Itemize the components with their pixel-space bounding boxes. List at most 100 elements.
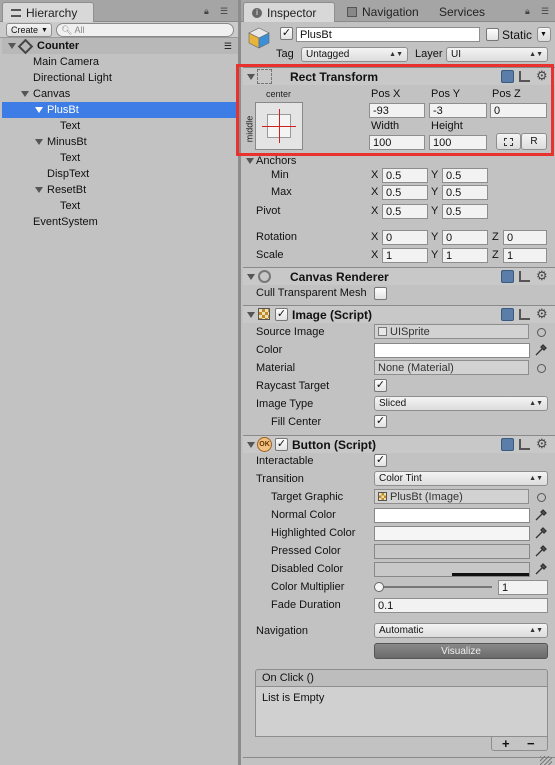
- pos-x-field[interactable]: -93: [369, 103, 425, 118]
- preset-icon[interactable]: [519, 309, 530, 320]
- target-graphic-field[interactable]: PlusBt (Image): [374, 489, 529, 504]
- expand-icon[interactable]: [35, 139, 43, 145]
- preset-icon[interactable]: [519, 271, 530, 282]
- fill-center-checkbox[interactable]: ✓: [374, 415, 387, 428]
- fold-arrow-icon[interactable]: [247, 312, 255, 318]
- object-picker-icon[interactable]: [537, 328, 546, 337]
- color-multiplier-field[interactable]: 1: [498, 580, 548, 595]
- add-listener-button[interactable]: +: [502, 736, 510, 751]
- fold-arrow-icon[interactable]: [247, 74, 255, 80]
- hierarchy-item[interactable]: MinusBt: [2, 134, 238, 150]
- layer-dropdown[interactable]: UI ▲▼: [446, 47, 548, 62]
- hierarchy-item[interactable]: Directional Light: [2, 70, 238, 86]
- navigation-dropdown[interactable]: Automatic ▲▼: [374, 623, 548, 638]
- eyedropper-icon[interactable]: [535, 527, 547, 539]
- hierarchy-item[interactable]: Text: [2, 118, 238, 134]
- help-icon[interactable]: [501, 438, 514, 451]
- eyedropper-icon[interactable]: [535, 344, 547, 356]
- raycast-target-checkbox[interactable]: ✓: [374, 379, 387, 392]
- image-enabled-checkbox[interactable]: ✓: [275, 308, 288, 321]
- anchor-max-x-field[interactable]: 0.5: [382, 185, 428, 200]
- hierarchy-item[interactable]: Main Camera: [2, 54, 238, 70]
- static-checkbox[interactable]: [486, 28, 499, 41]
- expand-icon[interactable]: [35, 187, 43, 193]
- gear-icon[interactable]: ⚙: [536, 436, 548, 452]
- preset-icon[interactable]: [519, 439, 530, 450]
- source-image-field[interactable]: UISprite: [374, 324, 529, 339]
- hierarchy-item[interactable]: DispText: [2, 166, 238, 182]
- static-dropdown[interactable]: ▼: [537, 27, 551, 42]
- scene-menu-icon[interactable]: ☰: [224, 41, 232, 52]
- pivot-y-field[interactable]: 0.5: [442, 204, 488, 219]
- material-field[interactable]: None (Material): [374, 360, 529, 375]
- interactable-checkbox[interactable]: ✓: [374, 454, 387, 467]
- slider-thumb[interactable]: [374, 582, 384, 592]
- lock-icon[interactable]: 🔒︎: [204, 6, 209, 17]
- gear-icon[interactable]: ⚙: [536, 268, 548, 284]
- rotation-y-field[interactable]: 0: [442, 230, 488, 245]
- preset-icon[interactable]: [519, 71, 530, 82]
- eyedropper-icon[interactable]: [535, 563, 547, 575]
- color-multiplier-slider[interactable]: [374, 580, 494, 594]
- help-icon[interactable]: [501, 308, 514, 321]
- eyedropper-icon[interactable]: [535, 545, 547, 557]
- eyedropper-icon[interactable]: [535, 509, 547, 521]
- fold-arrow-icon[interactable]: [247, 442, 255, 448]
- active-checkbox[interactable]: ✓: [280, 27, 293, 40]
- pivot-x-field[interactable]: 0.5: [382, 204, 428, 219]
- create-dropdown[interactable]: Create ▼: [6, 23, 52, 37]
- hierarchy-item[interactable]: EventSystem: [2, 214, 238, 230]
- tab-navigation[interactable]: Navigation: [339, 2, 427, 22]
- hierarchy-item-selected[interactable]: PlusBt: [2, 102, 238, 118]
- rect-transform-header[interactable]: Rect Transform ⚙: [243, 67, 555, 85]
- hierarchy-item[interactable]: Text: [2, 150, 238, 166]
- rotation-z-field[interactable]: 0: [503, 230, 547, 245]
- image-script-header[interactable]: ✓ Image (Script) ⚙: [243, 305, 555, 323]
- visualize-button[interactable]: Visualize: [374, 643, 548, 659]
- hierarchy-item[interactable]: Canvas: [2, 86, 238, 102]
- search-input[interactable]: 🔍︎ All: [56, 23, 234, 37]
- blueprint-mode-button[interactable]: [496, 133, 521, 150]
- disabled-color-swatch[interactable]: [374, 562, 530, 577]
- tab-hierarchy[interactable]: Hierarchy: [2, 2, 94, 22]
- transition-dropdown[interactable]: Color Tint ▲▼: [374, 471, 548, 486]
- highlighted-color-swatch[interactable]: [374, 526, 530, 541]
- height-field[interactable]: 100: [429, 135, 487, 150]
- expand-icon[interactable]: [21, 91, 29, 97]
- gear-icon[interactable]: ⚙: [536, 306, 548, 322]
- object-name-field[interactable]: PlusBt: [296, 27, 480, 42]
- tag-dropdown[interactable]: Untagged ▲▼: [301, 47, 408, 62]
- expand-icon[interactable]: [8, 43, 16, 49]
- anchor-max-y-field[interactable]: 0.5: [442, 185, 488, 200]
- scale-y-field[interactable]: 1: [442, 248, 488, 263]
- scale-z-field[interactable]: 1: [503, 248, 547, 263]
- fold-arrow-icon[interactable]: [247, 274, 255, 280]
- canvas-renderer-header[interactable]: Canvas Renderer ⚙: [243, 267, 555, 285]
- rotation-x-field[interactable]: 0: [382, 230, 428, 245]
- remove-listener-button[interactable]: −: [527, 736, 535, 751]
- pos-z-field[interactable]: 0: [490, 103, 547, 118]
- anchor-presets-button[interactable]: [255, 102, 303, 150]
- hierarchy-item[interactable]: ResetBt: [2, 182, 238, 198]
- button-script-header[interactable]: OK ✓ Button (Script) ⚙: [243, 435, 555, 453]
- expand-icon[interactable]: [35, 107, 43, 113]
- gear-icon[interactable]: ⚙: [536, 68, 548, 84]
- resize-grip-icon[interactable]: [540, 756, 552, 765]
- help-icon[interactable]: [501, 270, 514, 283]
- scene-row[interactable]: Counter ☰: [2, 38, 238, 54]
- tab-services[interactable]: Services: [431, 2, 493, 22]
- button-enabled-checkbox[interactable]: ✓: [275, 438, 288, 451]
- width-field[interactable]: 100: [369, 135, 425, 150]
- hierarchy-item[interactable]: Text: [2, 198, 238, 214]
- anchor-min-y-field[interactable]: 0.5: [442, 168, 488, 183]
- fade-duration-field[interactable]: 0.1: [374, 598, 548, 613]
- panel-menu-icon[interactable]: ☰: [220, 6, 228, 17]
- anchor-min-x-field[interactable]: 0.5: [382, 168, 428, 183]
- help-icon[interactable]: [501, 70, 514, 83]
- tab-inspector[interactable]: i Inspector: [243, 2, 335, 22]
- lock-icon[interactable]: 🔒︎: [525, 6, 530, 17]
- raw-edit-button[interactable]: R: [521, 133, 547, 150]
- anchors-fold-icon[interactable]: [246, 158, 254, 164]
- pressed-color-swatch[interactable]: [374, 544, 530, 559]
- scale-x-field[interactable]: 1: [382, 248, 428, 263]
